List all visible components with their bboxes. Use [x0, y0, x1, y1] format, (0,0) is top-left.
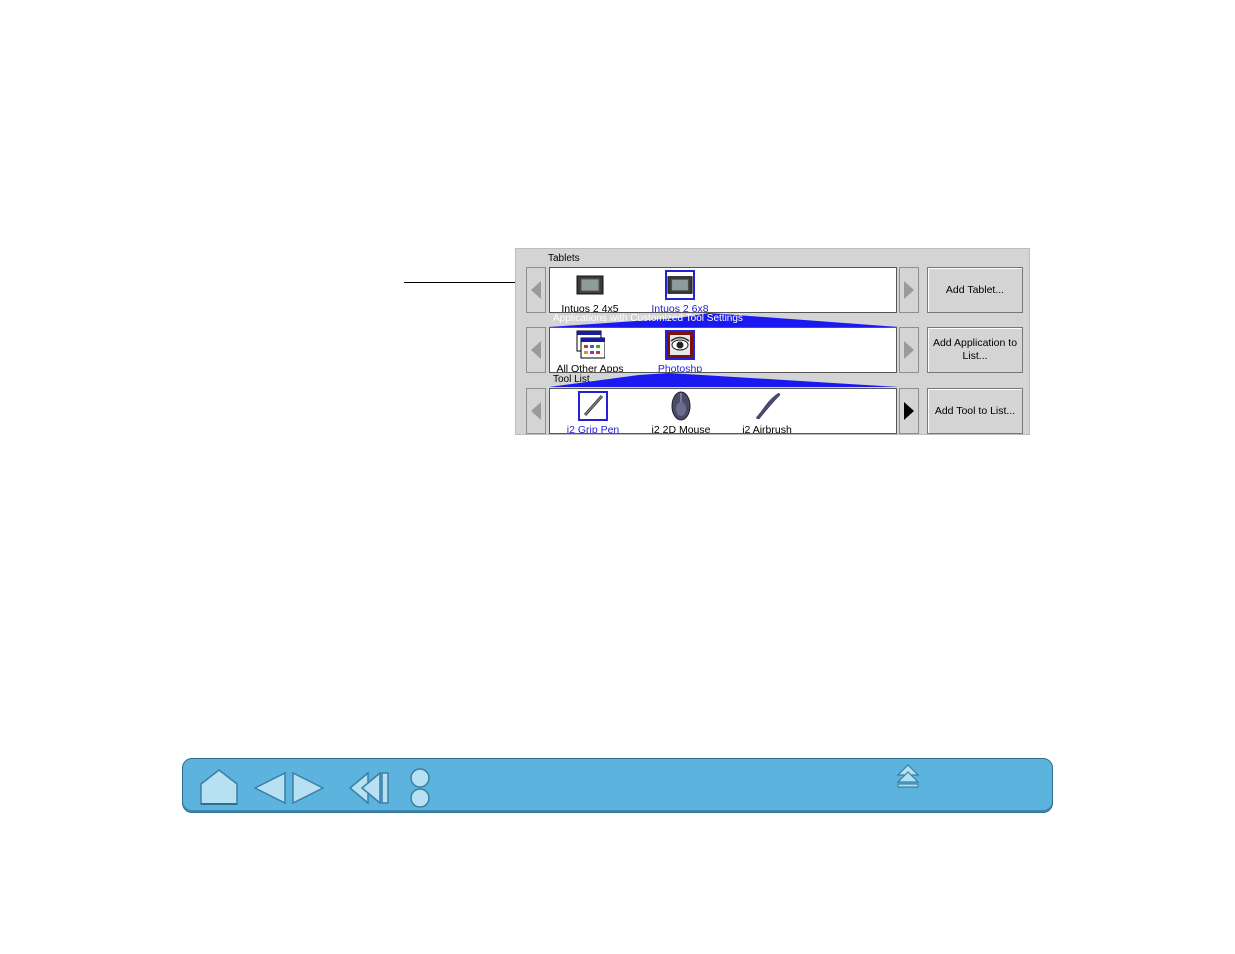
chevron-right-icon — [904, 402, 914, 420]
eject-icon[interactable] — [896, 763, 920, 789]
tools-row: i2 Grip Pen i2 2D Mouse i2 Airbrush Add … — [526, 388, 1026, 434]
chevron-left-icon — [531, 402, 541, 420]
application-selection-indicator — [549, 373, 899, 387]
tool-item-selected[interactable]: i2 Grip Pen — [553, 391, 633, 434]
tablet-item-label: Intuos 2 6x8 — [651, 303, 709, 313]
tools-scroll-right-button[interactable] — [899, 388, 919, 434]
tool-item-label: i2 Grip Pen — [566, 424, 620, 434]
applications-label: Applications with Customized Tool Settin… — [553, 313, 743, 324]
application-item-selected[interactable]: Photoshp — [640, 330, 720, 373]
tool-item-label: i2 2D Mouse — [651, 424, 711, 434]
applications-row: All Other Apps Photoshp Add Application … — [526, 327, 1026, 375]
tablets-scroll-right-button[interactable] — [899, 267, 919, 313]
tool-item[interactable]: i2 Airbrush — [727, 391, 807, 434]
application-item-label: All Other Apps — [556, 363, 624, 373]
chevron-right-icon — [904, 341, 914, 359]
applications-list: All Other Apps Photoshp — [549, 327, 897, 373]
chevron-right-icon — [904, 281, 914, 299]
chevron-left-icon — [531, 281, 541, 299]
chevron-left-icon — [531, 341, 541, 359]
tablet-icon — [665, 270, 695, 300]
previous-page-icon[interactable] — [253, 771, 287, 805]
tablets-label: Tablets — [548, 253, 580, 264]
tablet-item[interactable]: Intuos 2 4x5 — [550, 270, 630, 313]
tools-scroll-left-button[interactable] — [526, 388, 546, 434]
add-tablet-button[interactable]: Add Tablet... — [927, 267, 1023, 313]
application-item[interactable]: All Other Apps — [550, 330, 630, 373]
photoshop-icon — [665, 330, 695, 360]
navigation-bar — [182, 758, 1053, 813]
mouse-icon — [666, 391, 696, 421]
add-application-button[interactable]: Add Application to List... — [927, 327, 1023, 373]
tool-list-label: Tool List — [553, 374, 590, 385]
pen-icon — [578, 391, 608, 421]
tablets-list: Intuos 2 4x5 Intuos 2 6x8 — [549, 267, 897, 313]
tablet-properties-panel: Tablets Intuos 2 4x5 Intuos 2 6x8 Add Ta… — [515, 248, 1030, 435]
back-icon[interactable] — [348, 771, 392, 805]
airbrush-icon — [752, 391, 782, 421]
applications-scroll-right-button[interactable] — [899, 327, 919, 373]
home-icon[interactable] — [199, 768, 239, 806]
tool-item-label: i2 Airbrush — [742, 424, 792, 434]
tablet-item-label: Intuos 2 4x5 — [561, 303, 619, 313]
applications-scroll-left-button[interactable] — [526, 327, 546, 373]
application-item-label: Photoshp — [657, 363, 703, 373]
tablets-row: Intuos 2 4x5 Intuos 2 6x8 Add Tablet... — [526, 267, 1026, 315]
add-tool-button[interactable]: Add Tool to List... — [927, 388, 1023, 434]
toggle-icon[interactable] — [407, 767, 433, 809]
tools-list: i2 Grip Pen i2 2D Mouse i2 Airbrush — [549, 388, 897, 434]
tool-item[interactable]: i2 2D Mouse — [641, 391, 721, 434]
all-apps-icon — [575, 330, 605, 360]
tablet-item-selected[interactable]: Intuos 2 6x8 — [640, 270, 720, 313]
next-page-icon[interactable] — [291, 771, 325, 805]
tablets-scroll-left-button[interactable] — [526, 267, 546, 313]
tablet-icon — [575, 270, 605, 300]
